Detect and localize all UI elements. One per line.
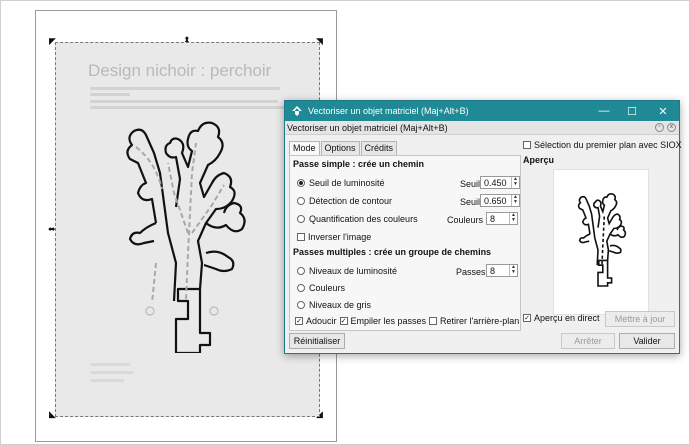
option-label: Empiler les passes [350,316,427,326]
colors-spinbox[interactable]: 8 ▲ ▼ [486,212,518,225]
checkbox[interactable]: ✓ [295,317,303,325]
image-text-line [90,87,280,90]
preview-panel: Sélection du premier plan avec SIOX Aper… [523,135,682,335]
option-label: Retirer l'arrière-plan [440,316,520,326]
spin-arrows-icon[interactable]: ▲ ▼ [511,177,519,188]
spin-value: 8 [490,213,496,224]
radio-button[interactable] [297,301,305,309]
invert-image-option[interactable]: Inverser l'image [297,232,371,242]
brightness-option[interactable]: Seuil de luminosité [297,178,385,188]
color-quantization-option[interactable]: Quantification des couleurs [297,214,418,224]
brightness-threshold-spinbox[interactable]: 0.450 ▲ ▼ [480,176,520,189]
inkscape-icon [290,104,304,118]
image-footer-line [90,363,130,366]
option-label: Quantification des couleurs [309,214,418,224]
image-text-line [90,106,284,109]
colors-option[interactable]: Couleurs [297,283,345,293]
checkbox[interactable]: ✓ [339,317,348,325]
tab-bar: Mode Options Crédits [289,141,398,155]
multi-pass-checkboxes: ✓ Adoucir ✓ Empiler les passes Retirer l… [295,316,522,326]
perch-drawing [126,121,246,353]
spin-value: 0.650 [484,195,507,206]
single-pass-title: Passe simple : crée un chemin [293,159,425,169]
option-label: Sélection du premier plan avec SIOX [534,140,682,150]
radio-button[interactable] [297,267,305,275]
grayscale-option[interactable]: Niveaux de gris [297,300,371,310]
mode-panel: Passe simple : crée un chemin Seuil de l… [289,155,521,331]
edge-detection-option[interactable]: Détection de contour [297,196,392,206]
radio-button[interactable] [297,197,305,205]
ok-button[interactable]: Valider [619,333,675,349]
tab-mode[interactable]: Mode [289,141,320,155]
update-button[interactable]: Mettre à jour [605,311,675,327]
dialog-subtitle: Vectoriser un objet matriciel (Maj+Alt+B… [287,122,448,133]
close-icon[interactable]: ✕ [648,101,678,121]
radio-button[interactable] [297,284,305,292]
reset-button[interactable]: Réinitialiser [289,333,345,349]
maximize-icon[interactable]: ☐ [617,101,647,121]
image-title: Design nichoir : perchoir [88,61,272,80]
image-footer-line [90,379,124,382]
preview-image [553,169,649,315]
option-label: Inverser l'image [308,232,372,242]
image-text-line [90,93,130,96]
close-panel-icon[interactable]: x [667,123,676,132]
tab-options[interactable]: Options [320,141,360,155]
passes-spinbox[interactable]: 8 ▲ ▼ [486,264,518,277]
stop-button[interactable]: Arrêter [561,333,615,349]
bitmap-image[interactable]: Design nichoir : perchoir [55,42,320,417]
radio-button[interactable] [297,215,305,223]
smooth-option[interactable]: ✓ Adoucir [295,316,337,326]
tab-credits[interactable]: Crédits [360,141,398,155]
live-preview-option[interactable]: ✓ Aperçu en direct [523,313,600,323]
stack-passes-option[interactable]: ✓ Empiler les passes [339,316,427,326]
spin-arrows-icon[interactable]: ▲ ▼ [511,195,519,206]
trace-bitmap-dialog: Vectoriser un objet matriciel (Maj+Alt+B… [284,100,682,354]
option-label: Seuil de luminosité [309,178,385,188]
colors-label: Couleurs : [447,215,489,225]
brightness-levels-option[interactable]: Niveaux de luminosité [297,266,397,276]
option-label: Niveaux de gris [309,300,372,310]
checkbox[interactable] [523,141,531,149]
checkbox[interactable] [297,233,305,241]
spin-value: 0.450 [484,177,507,188]
dialog-subbar: Vectoriser un objet matriciel (Maj+Alt+B… [285,121,679,135]
minimize-icon[interactable]: — [589,101,619,121]
remove-background-option[interactable]: Retirer l'arrière-plan [429,316,519,326]
option-label: Niveaux de luminosité [309,266,398,276]
checkbox[interactable]: ✓ [523,314,531,322]
checkbox[interactable] [429,317,438,325]
image-footer-line [90,371,134,374]
edge-threshold-spinbox[interactable]: 0.650 ▲ ▼ [480,194,520,207]
preview-title: Aperçu [523,155,555,165]
option-label: Détection de contour [309,196,393,206]
spin-value: 8 [490,265,496,276]
spin-arrows-icon[interactable]: ▲ ▼ [509,213,517,224]
float-icon[interactable]: ▫ [655,123,664,132]
siox-option[interactable]: Sélection du premier plan avec SIOX [523,140,682,150]
option-label: Adoucir [306,316,337,326]
option-label: Aperçu en direct [534,313,600,323]
dialog-titlebar[interactable]: Vectoriser un objet matriciel (Maj+Alt+B… [285,101,679,121]
image-text-line [90,100,278,103]
radio-button[interactable] [297,179,305,187]
multi-pass-title: Passes multiples : crée un groupe de che… [293,247,492,257]
spin-arrows-icon[interactable]: ▲ ▼ [509,265,517,276]
dialog-title: Vectoriser un objet matriciel (Maj+Alt+B… [308,106,469,116]
option-label: Couleurs [309,283,346,293]
